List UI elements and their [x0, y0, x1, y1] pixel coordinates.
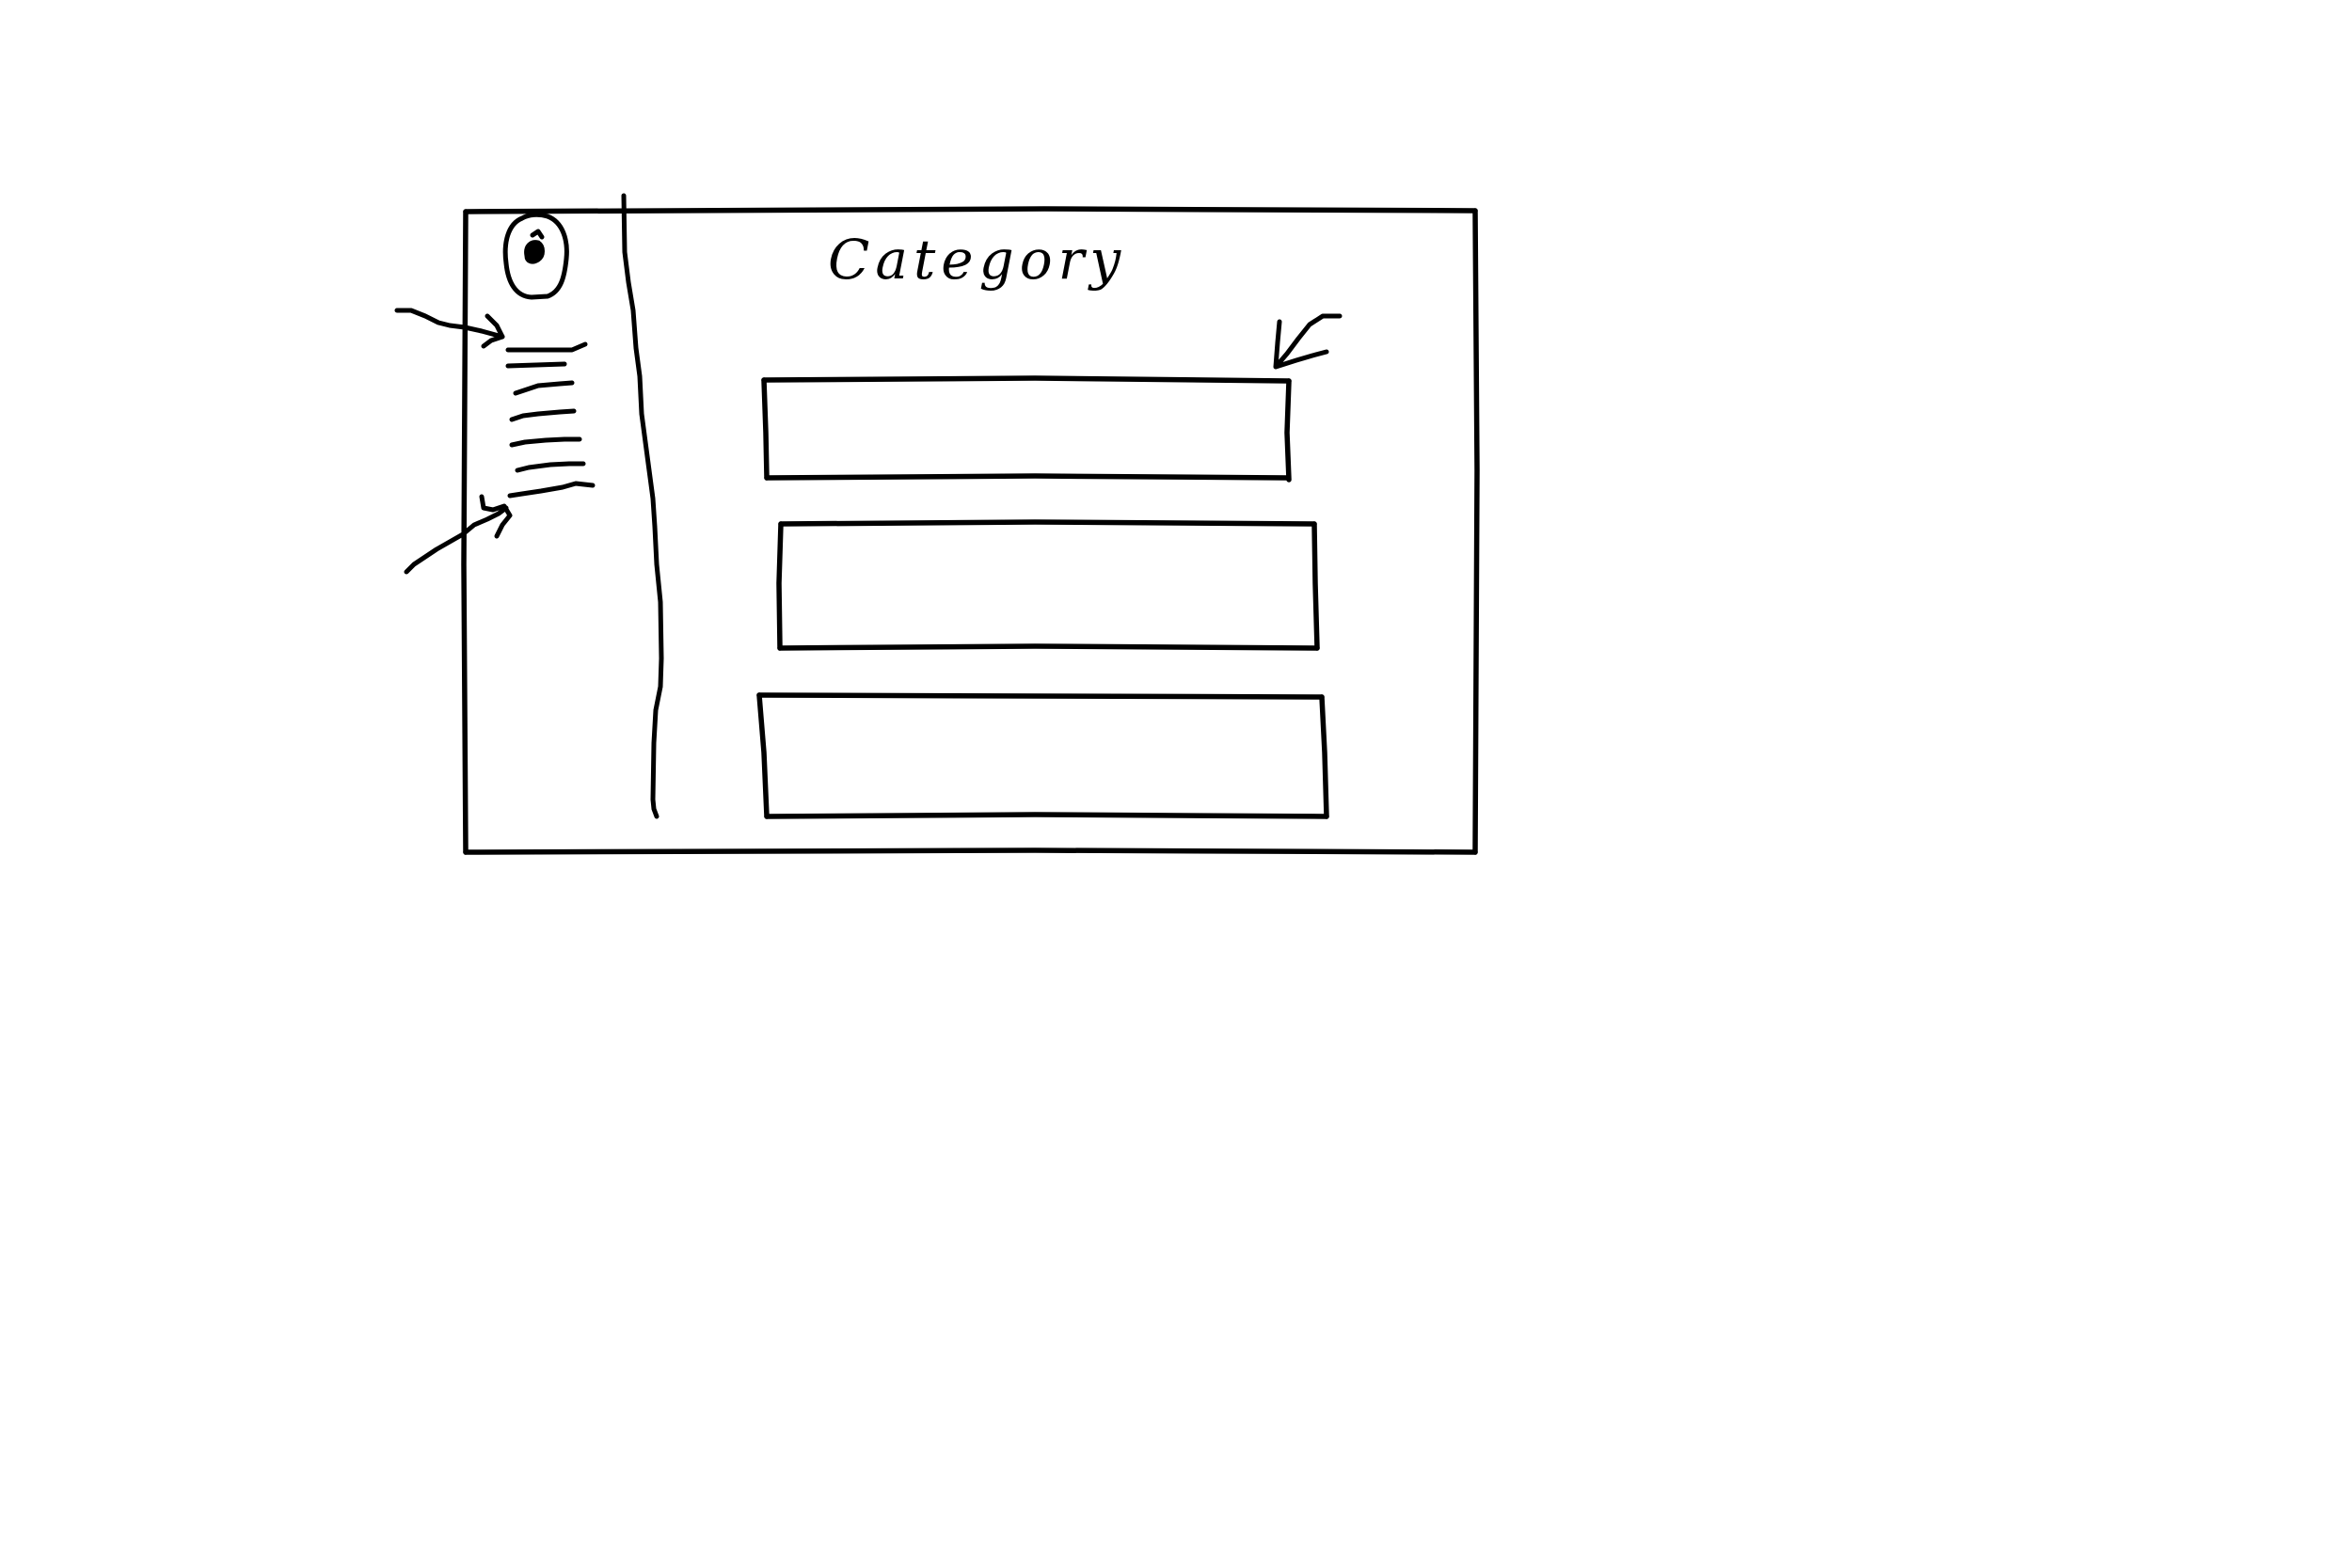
checkmark-icon	[1273, 313, 1343, 370]
hamburger-menu-icon[interactable]	[505, 341, 596, 499]
app-logo-icon[interactable]	[502, 212, 569, 300]
sidebar-divider	[621, 193, 664, 819]
category-item[interactable]	[776, 519, 1320, 651]
category-item[interactable]	[761, 375, 1292, 483]
wireframe-sketch: Category	[394, 193, 1480, 855]
category-item[interactable]	[756, 692, 1329, 819]
page-title: Category	[828, 228, 1126, 292]
arrow-icon	[404, 494, 513, 575]
arrow-icon	[394, 308, 505, 349]
